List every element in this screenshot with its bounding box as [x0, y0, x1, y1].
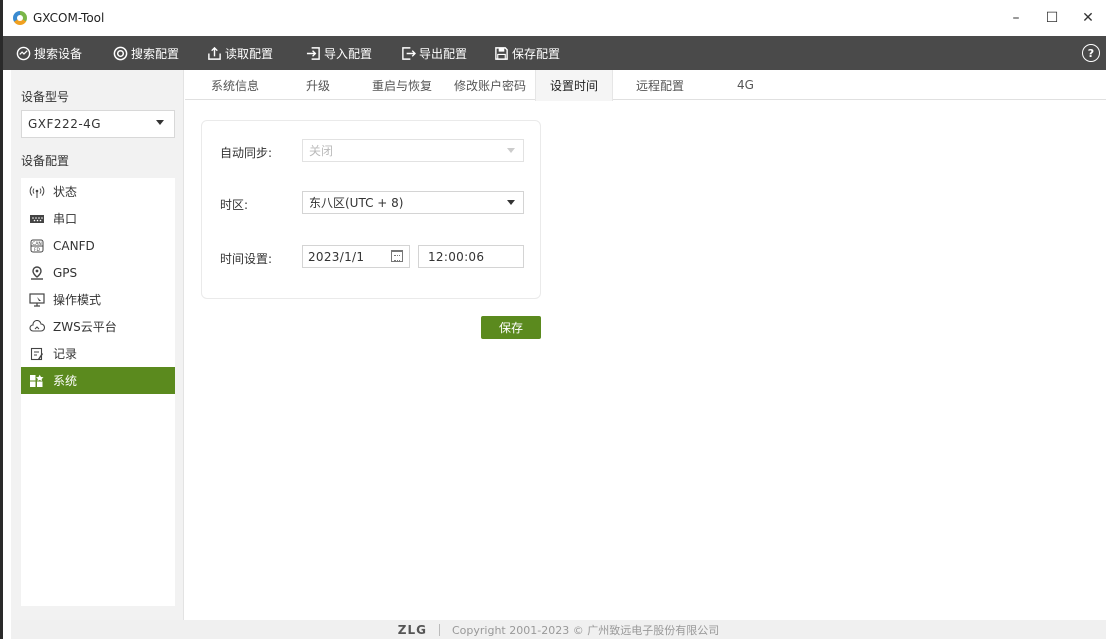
sidebar-item-gps[interactable]: GPS [21, 259, 175, 286]
time-settings-card: 自动同步: 关闭 时区: 东八区(UTC + 8) 时间设置: 2023/1/1… [201, 120, 541, 299]
title-bar: GXCOM-Tool – ☐ ✕ [3, 0, 1106, 36]
tab-change-password[interactable]: 修改账户密码 [454, 70, 526, 100]
sidebar-item-label: ZWS云平台 [53, 320, 117, 334]
search-config-icon [112, 45, 128, 61]
footer-divider [439, 623, 440, 636]
search-device-label: 搜索设备 [34, 46, 83, 61]
device-config-label: 设备配置 [21, 154, 70, 168]
timezone-label: 时区: [220, 198, 249, 212]
tab-restart-restore[interactable]: 重启与恢复 [372, 70, 432, 100]
sidebar-item-operation-mode[interactable]: 操作模式 [21, 286, 175, 313]
sidebar-item-label: 状态 [53, 185, 78, 199]
sidebar-item-canfd[interactable]: CAN FD CANFD [21, 232, 175, 259]
record-icon [29, 347, 45, 361]
sidebar-item-label: 记录 [53, 347, 78, 361]
sidebar-item-record[interactable]: 记录 [21, 340, 175, 367]
help-icon[interactable]: ? [1082, 44, 1100, 62]
zlg-logo: ZLG [397, 622, 427, 637]
app-window: GXCOM-Tool – ☐ ✕ 搜索设备 搜索配置 读取配置 导入配置 导出配… [0, 0, 1106, 639]
auto-sync-value: 关闭 [309, 144, 334, 158]
cloud-icon [29, 319, 45, 334]
close-button[interactable]: ✕ [1070, 0, 1106, 36]
import-config-icon [305, 45, 321, 61]
tab-label: 重启与恢复 [372, 78, 433, 93]
main-content: 自动同步: 关闭 时区: 东八区(UTC + 8) 时间设置: 2023/1/1… [185, 101, 1106, 620]
search-config-label: 搜索配置 [131, 46, 180, 61]
sidebar-item-label: 操作模式 [53, 293, 102, 307]
search-device-icon [15, 45, 31, 61]
tab-label: 4G [737, 78, 754, 92]
import-config-button[interactable]: 导入配置 [305, 36, 372, 70]
svg-text:FD: FD [34, 247, 41, 253]
save-config-label: 保存配置 [512, 46, 561, 61]
sidebar-item-status[interactable]: 状态 [21, 178, 175, 205]
read-config-icon [206, 45, 222, 61]
sidebar-item-system[interactable]: 系统 [21, 367, 175, 394]
sidebar-item-zws-cloud[interactable]: ZWS云平台 [21, 313, 175, 340]
chevron-down-icon [156, 120, 164, 125]
auto-sync-label: 自动同步: [220, 146, 273, 160]
time-value: 12:00:06 [428, 249, 485, 264]
tab-label: 升级 [306, 78, 331, 93]
serial-port-icon [29, 212, 45, 226]
search-config-button[interactable]: 搜索配置 [112, 36, 179, 70]
export-config-label: 导出配置 [419, 46, 468, 61]
read-config-label: 读取配置 [225, 46, 274, 61]
minimize-button[interactable]: – [998, 0, 1034, 36]
timezone-select[interactable]: 东八区(UTC + 8) [302, 191, 524, 214]
time-setting-label: 时间设置: [220, 252, 273, 266]
tab-label: 系统信息 [211, 78, 260, 93]
window-title: GXCOM-Tool [33, 11, 105, 25]
import-config-label: 导入配置 [324, 46, 373, 61]
maximize-button[interactable]: ☐ [1034, 0, 1070, 36]
svg-text:CAN: CAN [32, 241, 42, 247]
save-config-button[interactable]: 保存配置 [493, 36, 560, 70]
chevron-down-icon [507, 148, 515, 153]
tab-label: 远程配置 [636, 78, 685, 93]
auto-sync-select[interactable]: 关闭 [302, 139, 524, 162]
tab-label: 修改账户密码 [454, 78, 527, 93]
save-config-icon [493, 45, 509, 61]
sidebar-item-label: 串口 [53, 212, 78, 226]
operation-mode-icon [29, 292, 45, 307]
device-model-select[interactable]: GXF222-4G [21, 110, 175, 138]
footer: ZLG Copyright 2001-2023 © 广州致远电子股份有限公司 [11, 620, 1106, 639]
read-config-button[interactable]: 读取配置 [206, 36, 273, 70]
sidebar-item-serial[interactable]: 串口 [21, 205, 175, 232]
app-logo-icon [13, 11, 27, 25]
date-value: 2023/1/1 [308, 249, 365, 264]
signal-icon [29, 185, 45, 199]
time-input[interactable]: 12:00:06 [418, 245, 524, 268]
tab-system-info[interactable]: 系统信息 [211, 70, 259, 100]
copyright-text: Copyright 2001-2023 © 广州致远电子股份有限公司 [452, 623, 720, 637]
tab-4g[interactable]: 4G [737, 70, 754, 100]
sidebar: 设备型号 GXF222-4G 设备配置 状态 串口 CAN FD CANFD G… [11, 70, 184, 620]
system-icon [29, 374, 45, 388]
main-toolbar: 搜索设备 搜索配置 读取配置 导入配置 导出配置 保存配置 ? [3, 36, 1106, 70]
timezone-value: 东八区(UTC + 8) [309, 196, 404, 210]
sidebar-item-label: CANFD [53, 238, 95, 253]
device-model-value: GXF222-4G [28, 117, 102, 131]
device-model-label: 设备型号 [21, 90, 70, 104]
canfd-icon: CAN FD [29, 239, 45, 253]
tab-label: 设置时间 [549, 79, 598, 93]
sidebar-item-label: 系统 [53, 374, 78, 388]
save-button[interactable]: 保存 [481, 316, 541, 339]
config-menu: 状态 串口 CAN FD CANFD GPS 操作模式 ZWS云平台 记录 系统 [21, 178, 175, 606]
calendar-icon[interactable] [391, 250, 403, 262]
window-controls: – ☐ ✕ [998, 0, 1106, 36]
sidebar-item-label: GPS [53, 265, 78, 280]
chevron-down-icon [507, 200, 515, 205]
tab-remote-config[interactable]: 远程配置 [636, 70, 684, 100]
search-device-button[interactable]: 搜索设备 [15, 36, 82, 70]
gps-icon [29, 265, 45, 280]
tab-upgrade[interactable]: 升级 [306, 70, 330, 100]
export-config-icon [400, 45, 416, 61]
tab-set-time[interactable]: 设置时间 [535, 70, 613, 101]
export-config-button[interactable]: 导出配置 [400, 36, 467, 70]
tab-bar: 系统信息 升级 重启与恢复 修改账户密码 设置时间 远程配置 4G [185, 70, 1106, 101]
date-input[interactable]: 2023/1/1 [302, 245, 410, 268]
